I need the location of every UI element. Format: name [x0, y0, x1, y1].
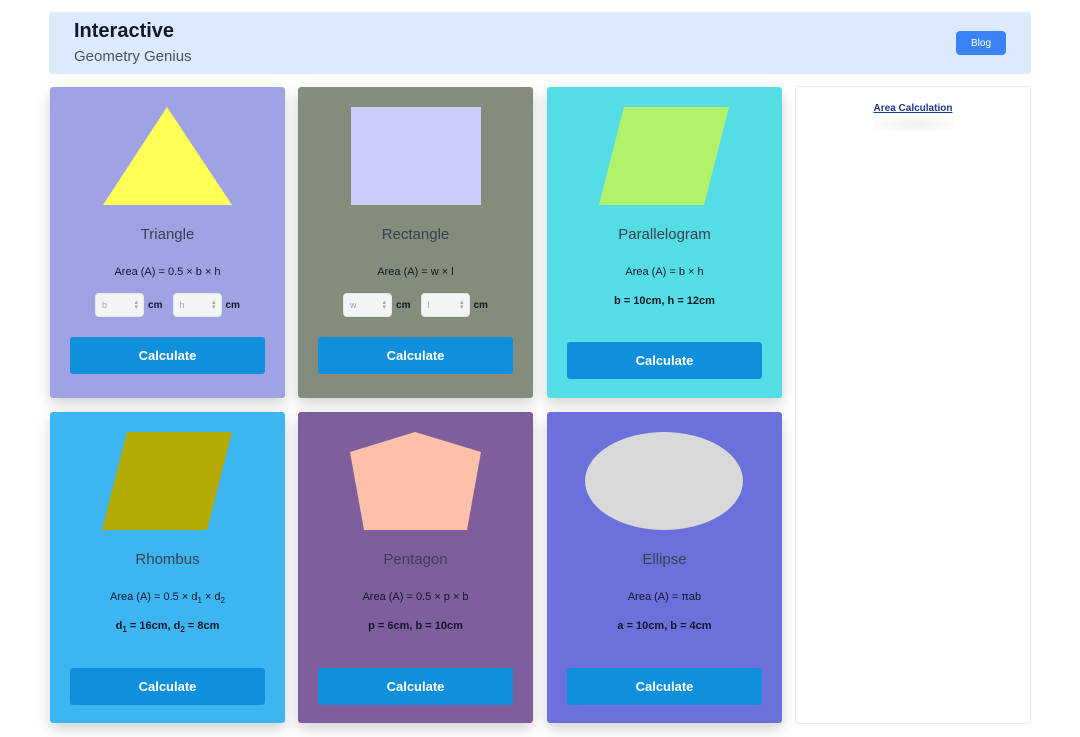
ellipse-calculate-button[interactable]: Calculate	[567, 668, 762, 705]
dimension-values: b = 10cm, h = 12cm	[614, 295, 715, 307]
dimension-inputs: w ▴ ▾ cm l ▴ ▾ cm	[298, 293, 533, 317]
dimension-values: d1 = 16cm, d2 = 8cm	[115, 620, 220, 635]
page-title: Interactive	[74, 20, 175, 42]
rhombus-shape-icon	[102, 432, 232, 530]
length-input-placeholder: l	[427, 300, 430, 310]
unit-label: cm	[396, 299, 411, 311]
page-subtitle: Geometry Genius	[74, 48, 192, 65]
triangle-calculate-button[interactable]: Calculate	[70, 337, 265, 374]
area-formula: Area (A) = b × h	[625, 266, 704, 278]
panel-shadow	[874, 117, 954, 131]
shape-name: Rhombus	[135, 551, 200, 568]
dimension-values: p = 6cm, b = 10cm	[368, 620, 463, 632]
rectangle-card: Rectangle Area (A) = w × l w ▴ ▾ cm l ▴ ▾ …	[298, 87, 533, 398]
spinner-icon[interactable]: ▴ ▾	[135, 299, 139, 311]
spinner-icon[interactable]: ▴ ▾	[460, 299, 464, 311]
pentagon-card: Pentagon Area (A) = 0.5 × p × b p = 6cm,…	[298, 412, 533, 723]
ellipse-card: Ellipse Area (A) = πab a = 10cm, b = 4cm…	[547, 412, 782, 723]
spinner-icon[interactable]: ▴ ▾	[212, 299, 216, 311]
header-banner: Interactive Geometry Genius Blog	[49, 12, 1031, 74]
unit-label: cm	[225, 299, 240, 311]
parallelogram-shape-icon	[599, 107, 729, 205]
width-input[interactable]: w ▴ ▾	[343, 293, 393, 317]
shape-name: Rectangle	[381, 226, 450, 243]
shape-name: Parallelogram	[618, 226, 711, 243]
pentagon-shape-icon	[350, 432, 481, 530]
blog-button[interactable]: Blog	[956, 31, 1006, 55]
unit-label: cm	[473, 299, 488, 311]
pentagon-calculate-button[interactable]: Calculate	[318, 668, 513, 705]
unit-label: cm	[148, 299, 163, 311]
area-formula: Area (A) = w × l	[377, 266, 454, 278]
ellipse-shape-icon	[585, 432, 743, 530]
base-input[interactable]: b ▴ ▾	[95, 293, 145, 317]
height-input[interactable]: h ▴ ▾	[172, 293, 222, 317]
rectangle-shape-icon	[351, 107, 481, 205]
triangle-shape-icon	[103, 107, 232, 205]
result-panel: Area Calculation	[795, 86, 1031, 724]
dimension-values: a = 10cm, b = 4cm	[617, 620, 712, 632]
triangle-card: Triangle Area (A) = 0.5 × b × h b ▴ ▾ cm …	[50, 87, 285, 398]
shape-name: Pentagon	[383, 551, 448, 568]
shape-name: Triangle	[140, 226, 195, 243]
parallelogram-card: Parallelogram Area (A) = b × h b = 10cm,…	[547, 87, 782, 398]
spinner-icon[interactable]: ▴ ▾	[383, 299, 387, 311]
area-formula: Area (A) = πab	[627, 591, 702, 603]
parallelogram-calculate-button[interactable]: Calculate	[567, 342, 762, 379]
area-formula: Area (A) = 0.5 × b × h	[114, 266, 221, 278]
width-input-placeholder: w	[350, 300, 357, 310]
shape-name: Ellipse	[642, 551, 687, 568]
area-formula: Area (A) = 0.5 × d1 × d2	[110, 591, 225, 606]
length-input[interactable]: l ▴ ▾	[420, 293, 470, 317]
rhombus-card: Rhombus Area (A) = 0.5 × d1 × d2 d1 = 16…	[50, 412, 285, 723]
height-input-placeholder: h	[179, 300, 185, 310]
rhombus-calculate-button[interactable]: Calculate	[70, 668, 265, 705]
rectangle-calculate-button[interactable]: Calculate	[318, 337, 513, 374]
base-input-placeholder: b	[102, 300, 108, 310]
dimension-inputs: b ▴ ▾ cm h ▴ ▾ cm	[50, 293, 285, 317]
area-calculation-link[interactable]: Area Calculation	[796, 103, 1030, 114]
area-formula: Area (A) = 0.5 × p × b	[362, 591, 469, 603]
